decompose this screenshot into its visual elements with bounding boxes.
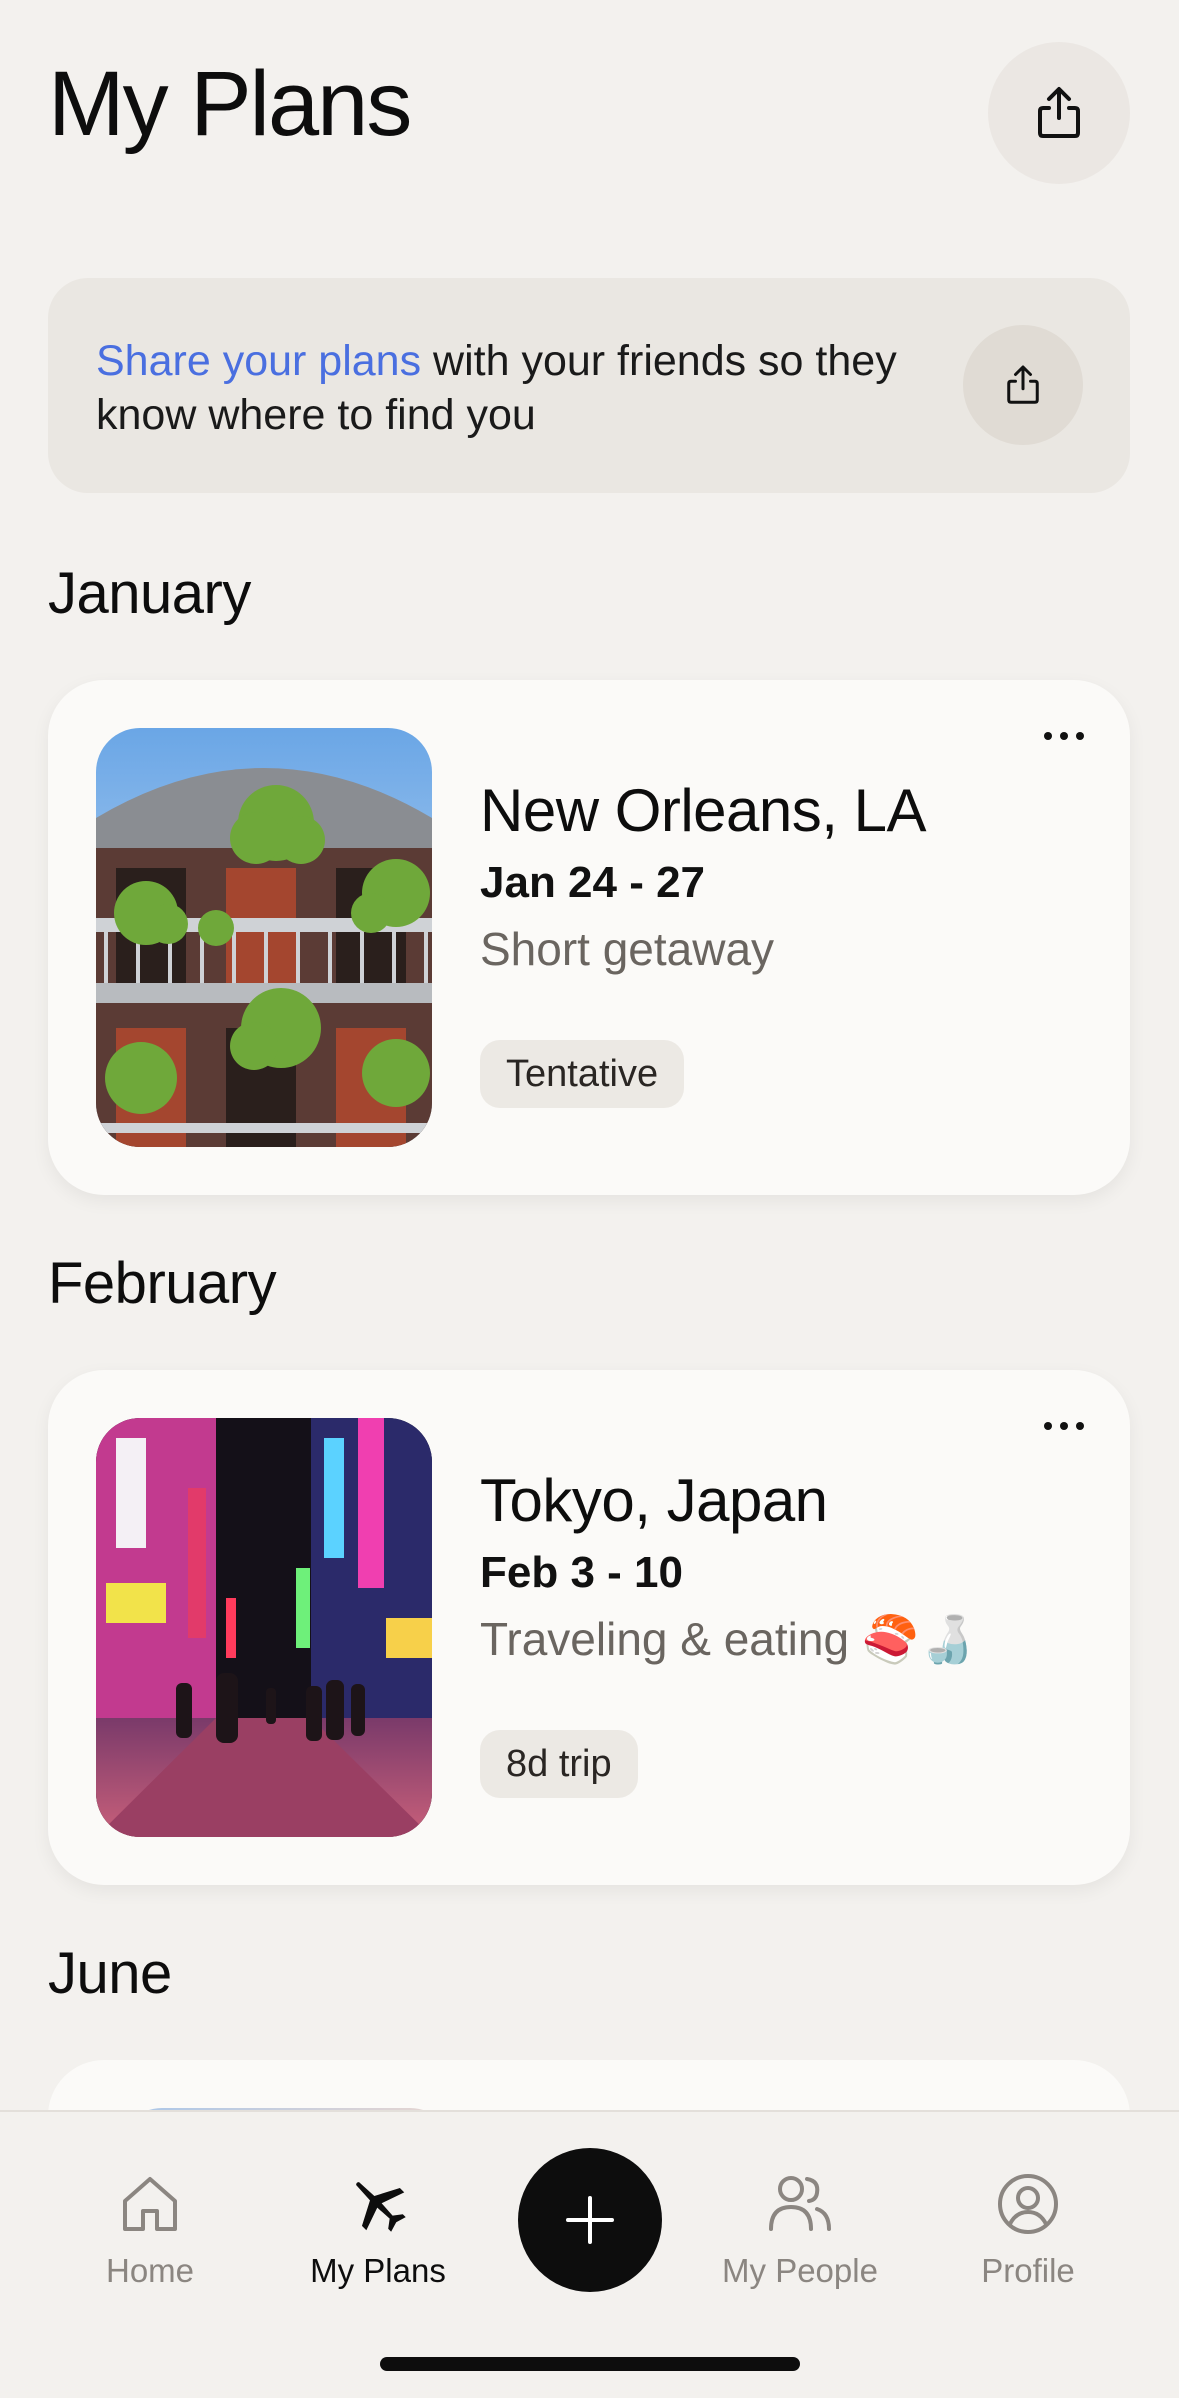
plan-dates: Jan 24 - 27 [480,858,706,907]
plan-card-new-orleans[interactable]: New Orleans, LA Jan 24 - 27 Short getawa… [48,680,1130,1195]
tab-home[interactable]: Home [50,2164,250,2290]
share-plans-link[interactable]: Share your plans [96,337,421,385]
tab-label: My People [722,2252,878,2289]
month-heading-february: February [48,1251,277,1316]
more-options-button[interactable] [1034,1406,1094,1446]
home-indicator [380,2357,800,2371]
share-icon [1038,87,1080,138]
share-plans-banner[interactable]: Share your plans with your friends so th… [48,278,1130,493]
plan-title: Tokyo, Japan [480,1467,828,1534]
plan-description: Short getaway [480,923,775,975]
airplane-icon [356,2182,406,2232]
plan-thumbnail [96,1418,432,1837]
banner-share-button[interactable] [963,325,1083,445]
plan-description: Traveling & eating 🍣🍶 [480,1613,977,1665]
plan-duration-badge: 8d trip [480,1730,638,1798]
tab-my-people[interactable]: My People [700,2164,900,2290]
more-dots-icon [1044,1422,1052,1430]
tab-label: Home [105,2252,195,2289]
more-options-button[interactable] [1034,716,1094,756]
tab-profile[interactable]: Profile [928,2164,1128,2290]
more-dots-icon [1044,732,1052,740]
bottom-tab-bar: Home My Plans My People Profile [0,2110,1179,2398]
tab-label: Profile [981,2252,1075,2289]
month-heading-june: June [48,1941,172,2006]
plan-status-badge: Tentative [480,1040,685,1108]
plan-title: New Orleans, LA [480,777,927,844]
tab-my-plans[interactable]: My Plans [278,2164,478,2290]
profile-icon [998,2174,1058,2234]
add-plan-button[interactable] [518,2148,662,2292]
share-icon [1007,365,1039,404]
page-title: My Plans [48,53,412,155]
tab-label: My Plans [310,2252,446,2289]
banner-text: Share your plans with your friends so th… [96,334,966,442]
home-icon [123,2177,177,2231]
plus-icon [566,2196,614,2244]
month-heading-january: January [48,561,251,626]
plan-dates: Feb 3 - 10 [480,1548,683,1597]
plan-thumbnail [96,728,432,1147]
header-share-button[interactable] [988,42,1130,184]
people-icon [769,2176,831,2231]
plan-card-tokyo[interactable]: Tokyo, Japan Feb 3 - 10 Traveling & eati… [48,1370,1130,1885]
